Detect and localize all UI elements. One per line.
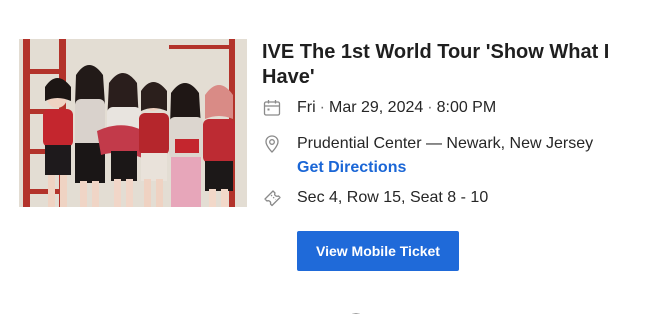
location-pin-icon xyxy=(262,134,282,154)
event-ticket-card: IVE The 1st World Tour 'Show What I Have… xyxy=(0,0,657,314)
date-row: Fri · Mar 29, 2024 · 8:00 PM xyxy=(262,98,496,118)
ticket-icon xyxy=(262,188,282,208)
seat-row: Sec 4, Row 15, Seat 8 - 10 xyxy=(262,188,488,208)
venue-row: Prudential Center — Newark, New Jersey G… xyxy=(262,134,593,178)
venue-info: Prudential Center — Newark, New Jersey G… xyxy=(297,134,593,178)
event-day: Fri xyxy=(297,99,316,116)
group-photo xyxy=(19,39,247,207)
event-details: IVE The 1st World Tour 'Show What I Have… xyxy=(262,40,642,207)
view-mobile-ticket-button[interactable]: View Mobile Ticket xyxy=(297,231,459,271)
event-date: Fri · Mar 29, 2024 · 8:00 PM xyxy=(297,99,497,116)
seat-info: Sec 4, Row 15, Seat 8 - 10 xyxy=(297,189,489,206)
loading-spinner-icon xyxy=(336,309,376,314)
event-title[interactable]: IVE The 1st World Tour 'Show What I Have… xyxy=(262,40,642,90)
get-directions-link[interactable]: Get Directions xyxy=(297,158,593,178)
venue-name: Prudential Center — Newark, New Jersey xyxy=(297,135,594,152)
event-date-value: Mar 29, 2024 xyxy=(328,99,424,116)
event-time: 8:00 PM xyxy=(436,99,497,116)
event-image[interactable] xyxy=(19,39,247,207)
calendar-icon xyxy=(262,98,282,118)
